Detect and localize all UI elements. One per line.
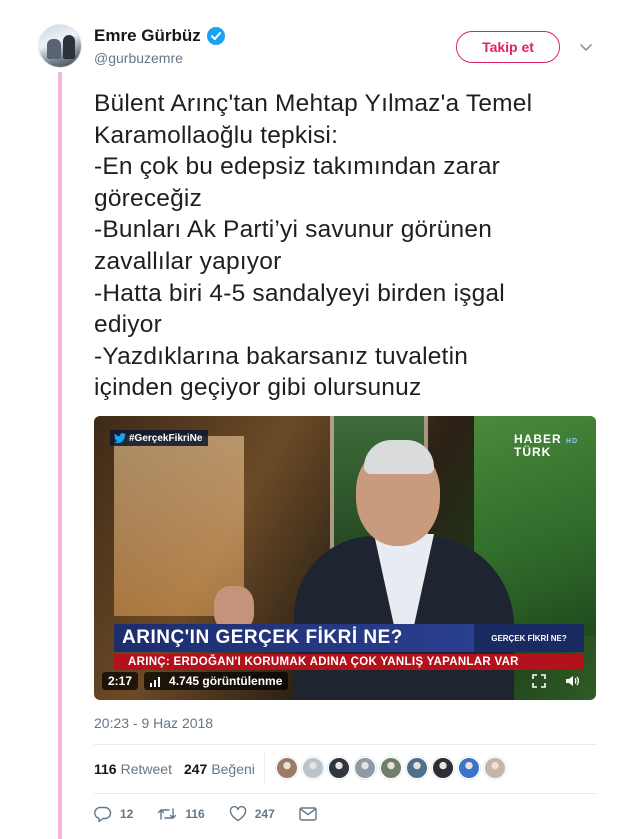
liker-avatar[interactable] [354, 757, 376, 779]
tweet-text: Bülent Arınç'tan Mehtap Yılmaz'a Temel K… [94, 90, 533, 402]
likes-label: Beğeni [211, 761, 255, 777]
divider [94, 793, 596, 794]
reply-icon [94, 806, 112, 822]
heart-icon [229, 806, 246, 822]
video-counter-icon [150, 676, 161, 687]
retweets-count: 116 [94, 761, 117, 777]
verified-icon [206, 27, 225, 45]
like-button[interactable]: 247 [229, 806, 275, 822]
liker-avatar[interactable] [458, 757, 480, 779]
volume-icon[interactable] [564, 673, 580, 689]
news-side-label: GERÇEK FİKRİ NE? [474, 624, 584, 652]
reply-button[interactable]: 12 [94, 806, 133, 822]
thread-line [58, 72, 62, 839]
fullscreen-icon[interactable] [532, 674, 546, 688]
like-count: 247 [254, 807, 275, 821]
user-header[interactable]: Emre Gürbüz [94, 26, 225, 46]
retweet-count: 116 [185, 807, 205, 821]
hashtag-label: #GerçekFikriNe [129, 432, 203, 444]
liker-avatar[interactable] [406, 757, 428, 779]
message-button[interactable] [299, 807, 317, 821]
liker-avatar[interactable] [328, 757, 350, 779]
hashtag-bar: #GerçekFikriNe [110, 430, 209, 446]
follow-button[interactable]: Takip et [456, 31, 560, 63]
tweet-actions: 12 116 247 [94, 806, 341, 822]
reply-count: 12 [120, 807, 134, 821]
likers-avatars [276, 757, 506, 779]
liker-avatar[interactable] [302, 757, 324, 779]
liker-avatar[interactable] [276, 757, 298, 779]
video-views-label: 4.745 görüntülenme [169, 674, 283, 688]
retweet-stat[interactable]: 116 Retweet [94, 761, 172, 777]
channel-logo-line2: TÜRK [514, 445, 552, 459]
liker-avatar[interactable] [432, 757, 454, 779]
user-handle[interactable]: @gurbuzemre [94, 50, 183, 66]
likes-count: 247 [183, 761, 208, 777]
bird-icon [114, 433, 126, 444]
video-views: 4.745 görüntülenme [144, 672, 289, 690]
avatar[interactable] [38, 24, 82, 68]
channel-logo-line1: HABER [514, 432, 562, 446]
divider [94, 744, 596, 745]
speaker-hair [364, 440, 434, 474]
display-name[interactable]: Emre Gürbüz [94, 26, 201, 46]
channel-logo: HABER HD TÜRK [514, 432, 579, 459]
liker-avatar[interactable] [380, 757, 402, 779]
stats-separator [264, 752, 265, 784]
chevron-down-icon[interactable] [578, 39, 594, 55]
channel-logo-hd: HD [566, 438, 579, 445]
retweet-button[interactable]: 116 [157, 806, 205, 822]
video-overlay: 2:17 4.745 görüntülenme [102, 672, 289, 690]
tweet-timestamp[interactable]: 20:23 - 9 Haz 2018 [94, 715, 213, 731]
tweet-stats: 116 Retweet 247 Beğeni [94, 761, 267, 777]
video-duration: 2:17 [102, 672, 139, 690]
retweets-label: Retweet [120, 761, 172, 777]
avatar-figure [47, 39, 61, 59]
envelope-icon [299, 807, 317, 821]
avatar-figure [63, 35, 75, 59]
retweet-icon [158, 808, 177, 820]
liker-avatar[interactable] [484, 757, 506, 779]
video-player[interactable]: #GerçekFikriNe HABER HD TÜRK ARINÇ'IN GE… [94, 416, 596, 700]
news-subheadline: ARINÇ: ERDOĞAN'I KORUMAK ADINA ÇOK YANLI… [114, 654, 584, 670]
like-stat[interactable]: 247 Beğeni [184, 761, 255, 777]
news-headline: ARINÇ'IN GERÇEK FİKRİ NE? [114, 624, 474, 652]
